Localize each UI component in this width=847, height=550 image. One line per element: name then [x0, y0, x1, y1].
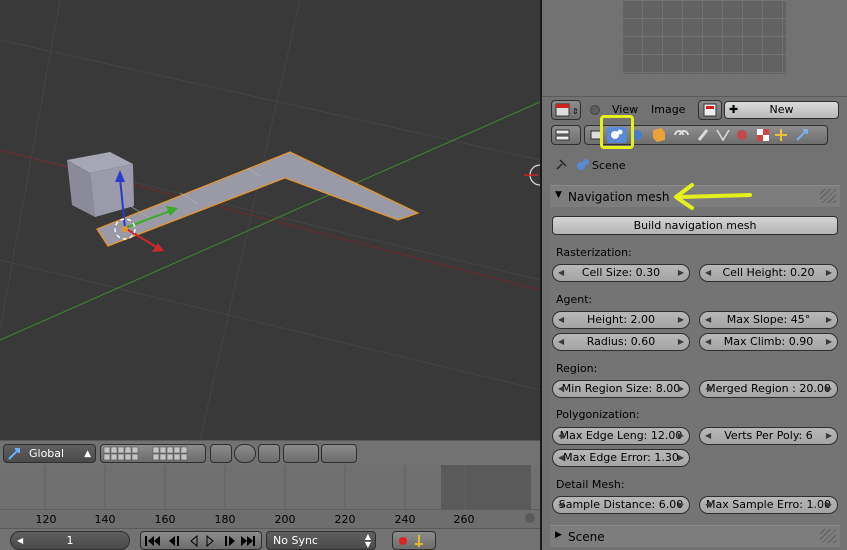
sync-mode-select[interactable]: No Sync ▲ ▼: [266, 531, 376, 550]
y-axis-line: [0, 101, 540, 341]
properties-editor-type-icon[interactable]: [551, 125, 581, 145]
min-region-size-field[interactable]: ◀ Min Region Size: 8.00 ▶: [552, 380, 690, 398]
current-frame-value: 1: [66, 534, 74, 547]
timeline-area[interactable]: 120 140 160 180 200 220 240 260: [0, 465, 540, 528]
tick-label: 200: [274, 513, 296, 526]
transform-orientation-select[interactable]: Global ▲▼: [3, 444, 96, 476]
scene-panel-title: Scene: [568, 530, 605, 544]
current-frame-field[interactable]: ◀ 1: [10, 531, 130, 550]
orientation-icon: [7, 447, 23, 461]
image-browse-icon[interactable]: [698, 100, 722, 120]
collapsed-triangle-icon: ▶: [555, 530, 562, 540]
sync-mode-label: No Sync: [273, 534, 318, 547]
scene-panel-header[interactable]: ▶ Scene: [550, 525, 840, 547]
agent-height-field[interactable]: ◀ Height: 2.00 ▶: [552, 311, 690, 329]
lock-layers-icon[interactable]: [210, 444, 232, 463]
detail-mesh-heading: Detail Mesh:: [556, 478, 625, 491]
navmesh-plane: [96, 151, 420, 247]
agent-heading: Agent:: [556, 293, 593, 306]
timeline-ruler[interactable]: 120 140 160 180 200 220 240 260: [0, 509, 540, 528]
viewport-header: Global ▲▼: [0, 440, 540, 476]
max-climb-value: Max Climb: 0.90: [723, 335, 814, 348]
snap-element-select[interactable]: [283, 444, 319, 463]
polygonization-heading: Polygonization:: [556, 408, 640, 421]
drag-grip-icon[interactable]: [820, 189, 836, 203]
max-sample-error-field[interactable]: ◀ Max Sample Erro: 1.00 ▶: [699, 496, 838, 514]
right-editor-panel: ⇕ View Image ✚ New Scene ▼ Navigation me…: [540, 0, 847, 550]
max-slope-value: Max Slope: 45°: [726, 313, 811, 326]
editor-type-icon[interactable]: ⇕: [551, 100, 581, 120]
max-edge-error-field[interactable]: ◀ Max Edge Error: 1.30 ▶: [552, 449, 690, 467]
cell-height-value: Cell Height: 0.20: [722, 266, 815, 279]
dropdown-arrows-icon: ▲▼: [364, 532, 371, 549]
menu-image[interactable]: Image: [651, 103, 685, 116]
tick-label: 120: [35, 513, 57, 526]
highlight-annotation-box: [600, 115, 634, 149]
timeline-controls: ◀ 1 No Sync ▲ ▼: [0, 528, 540, 550]
min-region-size-value: Min Region Size: 8.00: [561, 382, 681, 395]
new-image-label: New: [769, 103, 794, 116]
region-heading: Region:: [556, 362, 598, 375]
scrollbar-handle[interactable]: [525, 513, 535, 523]
decrement-arrow-icon: ◀: [17, 536, 24, 545]
tick-label: 180: [214, 513, 236, 526]
layer-buttons[interactable]: [100, 444, 206, 463]
max-edge-len-value: Max Edge Leng: 12.00: [559, 429, 683, 442]
collapse-menus-icon[interactable]: [590, 105, 600, 115]
cell-height-field[interactable]: ◀ Cell Height: 0.20 ▶: [699, 264, 838, 282]
context-path-label: Scene: [592, 159, 626, 172]
cell-size-field[interactable]: ◀ Cell Size: 0.30 ▶: [552, 264, 690, 282]
agent-radius-value: Radius: 0.60: [586, 335, 656, 348]
preview-grid: [622, 0, 786, 74]
playback-controls[interactable]: [140, 531, 262, 550]
sample-distance-value: Sample Distance: 6.00: [558, 498, 684, 511]
merged-region-field[interactable]: ◀ Merged Region : 20.00 ▶: [699, 380, 838, 398]
navmesh-panel-title: Navigation mesh: [568, 190, 670, 204]
agent-radius-field[interactable]: ◀ Radius: 0.60 ▶: [552, 333, 690, 351]
drag-grip-icon[interactable]: [820, 529, 836, 543]
verts-per-poly-value: Verts Per Poly: 6: [724, 429, 813, 442]
tick-label: 220: [334, 513, 356, 526]
tick-label: 260: [453, 513, 475, 526]
cell-size-value: Cell Size: 0.30: [581, 266, 661, 279]
verts-per-poly-field[interactable]: ◀ Verts Per Poly: 6 ▶: [699, 427, 838, 445]
properties-header: [542, 122, 847, 148]
proportional-edit-icon[interactable]: [234, 444, 256, 463]
tick-label: 240: [394, 513, 416, 526]
render-preview-icon[interactable]: [321, 444, 357, 463]
merged-region-value: Merged Region : 20.00: [706, 382, 831, 395]
rasterization-heading: Rasterization:: [556, 246, 632, 259]
yellow-arrow-annotation: [674, 183, 752, 210]
agent-height-value: Height: 2.00: [586, 313, 656, 326]
cube-side: [90, 164, 134, 217]
new-image-button[interactable]: ✚ New: [724, 101, 839, 119]
3d-viewport[interactable]: [0, 0, 540, 440]
expand-triangle-icon: ▼: [555, 190, 562, 200]
pin-icon[interactable]: [554, 158, 568, 175]
tick-label: 140: [94, 513, 116, 526]
max-slope-field[interactable]: ◀ Max Slope: 45° ▶: [699, 311, 838, 329]
max-climb-field[interactable]: ◀ Max Climb: 0.90 ▶: [699, 333, 838, 351]
record-keying-buttons[interactable]: [392, 531, 436, 550]
max-edge-error-value: Max Edge Error: 1.30: [563, 451, 679, 464]
max-edge-len-field[interactable]: ◀ Max Edge Leng: 12.00 ▶: [552, 427, 690, 445]
image-preview-area[interactable]: [542, 0, 847, 95]
viewport-scene: [0, 0, 540, 440]
sample-distance-field[interactable]: ◀ Sample Distance: 6.00 ▶: [552, 496, 690, 514]
scene-icon: [576, 158, 590, 175]
tick-label: 160: [154, 513, 176, 526]
orientation-label: Global: [29, 447, 65, 460]
svg-text:⇕: ⇕: [572, 107, 579, 116]
snap-toggle-icon[interactable]: [258, 444, 280, 463]
max-sample-error-value: Max Sample Erro: 1.00: [706, 498, 831, 511]
image-editor-header: ⇕ View Image ✚ New: [542, 96, 847, 122]
build-navmesh-button[interactable]: Build navigation mesh: [552, 216, 838, 235]
